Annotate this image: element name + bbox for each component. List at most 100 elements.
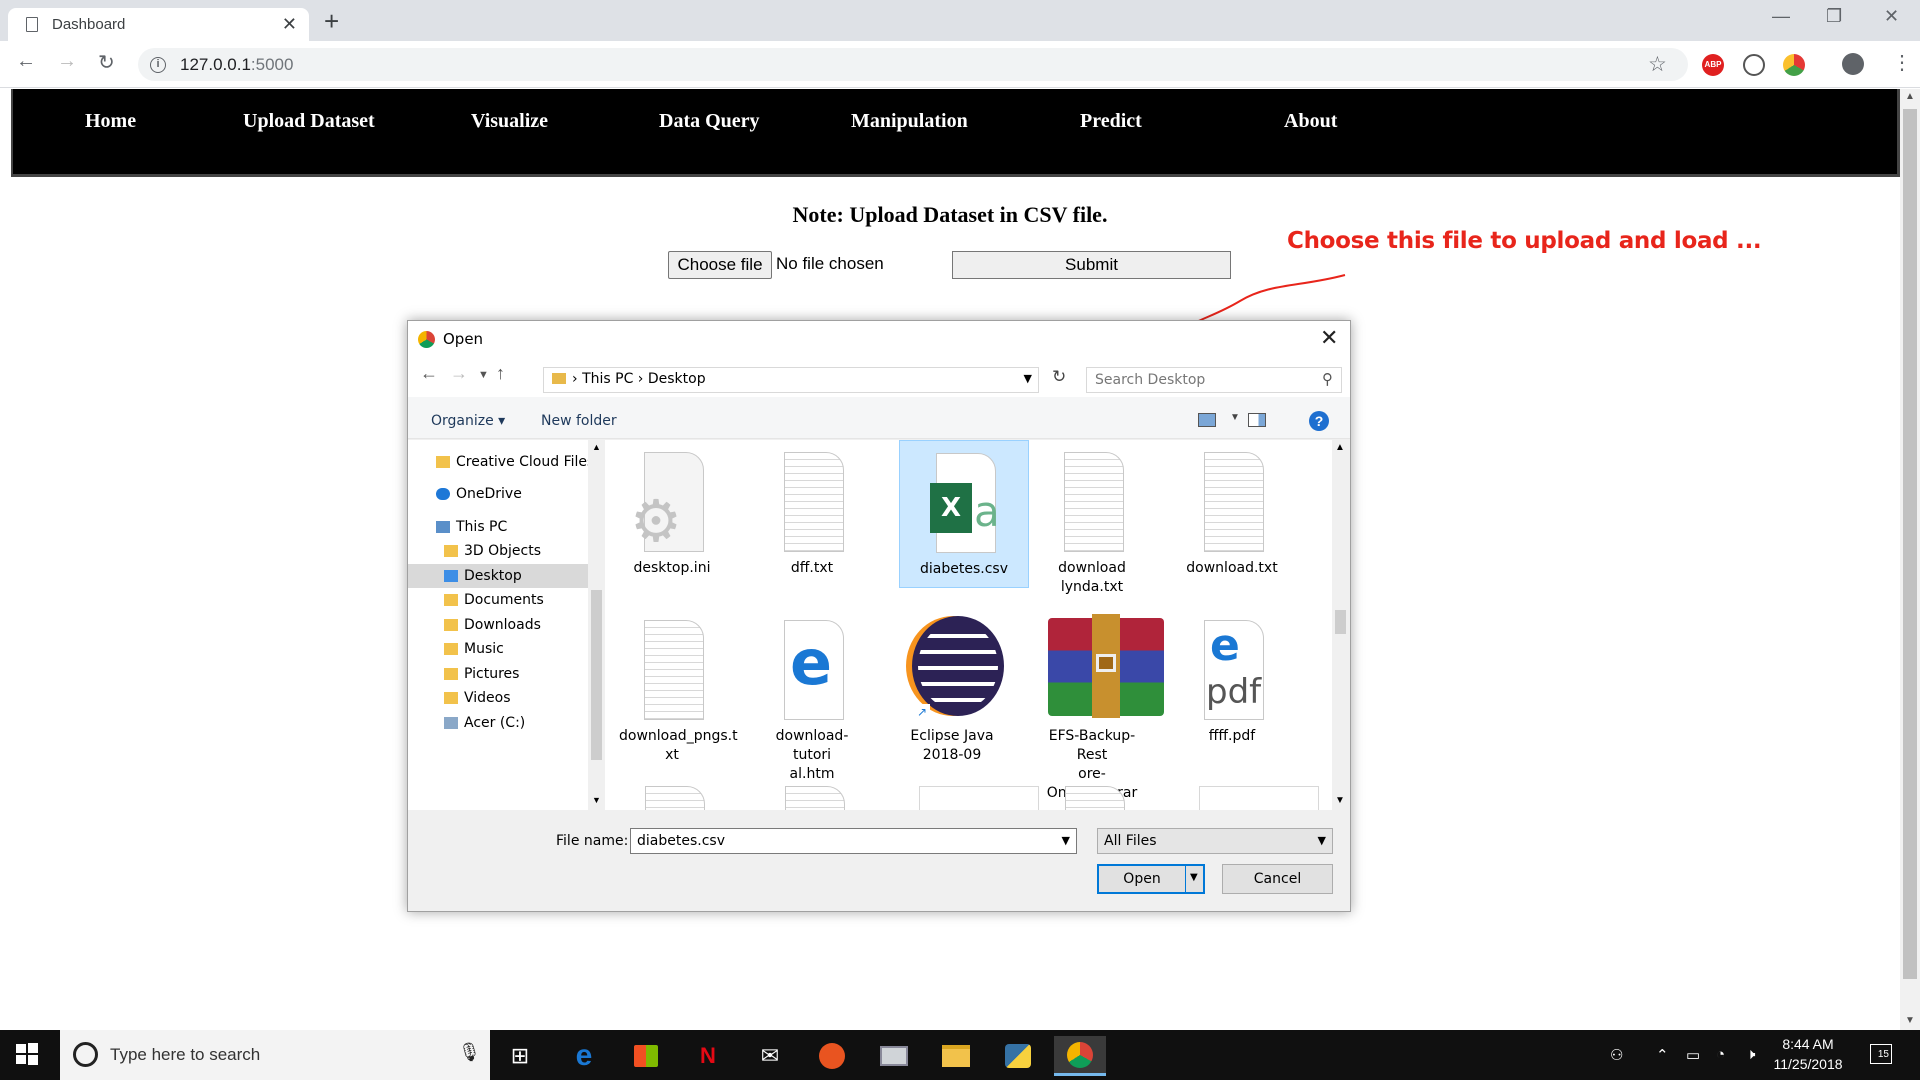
search-desktop-input[interactable]: Search Desktop ⚲ <box>1086 367 1342 393</box>
minimize-icon[interactable]: — <box>1772 6 1790 27</box>
back-icon[interactable]: ← <box>16 50 36 73</box>
window-close-icon[interactable]: ✕ <box>1884 6 1899 27</box>
open-button[interactable]: Open ▼ <box>1097 864 1205 894</box>
breadcrumb-this-pc[interactable]: This PC <box>582 371 633 387</box>
file-item[interactable]: ⚙ desktop.ini <box>619 446 725 578</box>
bookmark-star-icon[interactable]: ☆ <box>1648 52 1667 77</box>
sidebar-item-documents[interactable]: Documents <box>444 588 544 612</box>
chrome-taskbar-icon[interactable] <box>1054 1036 1106 1076</box>
file-item[interactable]: e download-tutori al.htm <box>759 614 865 784</box>
page-scrollbar[interactable]: ▲ ▼ <box>1900 89 1920 1030</box>
scroll-down-icon[interactable]: ▼ <box>1905 1015 1915 1026</box>
sidebar-item-music[interactable]: Music <box>444 637 504 661</box>
netflix-taskbar-icon[interactable]: N <box>682 1036 734 1076</box>
sidebar-item-creative-cloud[interactable]: Creative Cloud Files <box>436 450 588 474</box>
dialog-back-icon[interactable]: ← <box>420 363 438 384</box>
reload-icon[interactable]: ↻ <box>98 50 115 75</box>
people-icon[interactable]: ⚇ <box>1610 1046 1623 1064</box>
breadcrumb-desktop[interactable]: Desktop <box>648 371 706 387</box>
file-item-selected[interactable]: X a diabetes.csv <box>899 440 1029 588</box>
scroll-thumb[interactable] <box>1335 610 1346 634</box>
nav-about[interactable]: About <box>1284 110 1337 133</box>
scroll-up-icon[interactable]: ▲ <box>1335 442 1345 453</box>
scroll-down-icon[interactable]: ▼ <box>1335 795 1345 806</box>
microphone-icon[interactable]: 🎙 <box>458 1042 481 1063</box>
file-name-field[interactable]: diabetes.csv ▼ <box>630 828 1077 854</box>
file-item[interactable]: EFS-Backup-Rest ore-OnePlus3.rar <box>1039 614 1164 803</box>
info-icon[interactable]: i <box>150 56 166 73</box>
forward-icon[interactable]: → <box>57 50 77 73</box>
file-item-partial[interactable] <box>785 786 845 810</box>
refresh-icon[interactable]: ↻ <box>1052 367 1066 387</box>
cancel-button[interactable]: Cancel <box>1222 864 1333 894</box>
view-dropdown-icon[interactable]: ▼ <box>1230 412 1240 423</box>
scroll-down-icon[interactable]: ▼ <box>592 795 601 805</box>
task-view-icon[interactable]: ⊞ <box>494 1036 546 1076</box>
nav-data-query[interactable]: Data Query <box>659 110 760 133</box>
app-taskbar-icon[interactable] <box>868 1036 920 1076</box>
tab-close-icon[interactable]: ✕ <box>282 14 297 35</box>
sidebar-item-3d-objects[interactable]: 3D Objects <box>444 539 541 563</box>
file-item[interactable]: dff.txt <box>759 446 865 578</box>
navigation-pane-scrollbar[interactable]: ▲ ▼ <box>588 440 605 810</box>
preview-pane-icon[interactable] <box>1248 413 1266 427</box>
scroll-up-icon[interactable]: ▲ <box>1905 91 1915 102</box>
volume-muted-icon[interactable]: 🕨 <box>1746 1046 1755 1063</box>
edge-taskbar-icon[interactable]: e <box>558 1036 610 1076</box>
file-type-select[interactable]: All Files ▼ <box>1097 828 1333 854</box>
choose-file-button[interactable]: Choose file <box>668 251 772 279</box>
nav-predict[interactable]: Predict <box>1080 110 1142 133</box>
file-item-partial[interactable] <box>1065 786 1125 810</box>
cortana-icon[interactable] <box>73 1042 98 1067</box>
sidebar-item-acer-c[interactable]: Acer (C:) <box>444 711 525 735</box>
file-item[interactable]: e pdf ffff.pdf <box>1179 614 1285 746</box>
browser-tab[interactable]: Dashboard ✕ <box>8 8 309 41</box>
chevron-down-icon[interactable]: ▼ <box>1062 834 1070 847</box>
sidebar-item-onedrive[interactable]: OneDrive <box>436 482 522 506</box>
ubuntu-taskbar-icon[interactable] <box>806 1036 858 1076</box>
breadcrumb[interactable]: › This PC › Desktop ▼ <box>543 367 1039 393</box>
sync-extension-icon[interactable] <box>1743 54 1765 76</box>
restore-icon[interactable]: ❐ <box>1826 6 1842 27</box>
file-item[interactable]: ↗ Eclipse Java 2018-09 <box>899 614 1005 765</box>
file-item-partial[interactable] <box>1199 786 1319 810</box>
account-icon[interactable] <box>1842 53 1864 75</box>
sidebar-item-this-pc[interactable]: This PC <box>436 515 507 539</box>
open-dropdown-icon[interactable]: ▼ <box>1190 872 1198 883</box>
nav-upload-dataset[interactable]: Upload Dataset <box>243 110 375 133</box>
up-folder-icon[interactable]: ↑ <box>496 363 505 384</box>
address-bar[interactable]: i 127.0.0.1:5000 <box>138 48 1688 81</box>
dialog-close-icon[interactable]: ✕ <box>1320 325 1338 351</box>
new-folder-button[interactable]: New folder <box>541 413 617 429</box>
sidebar-item-videos[interactable]: Videos <box>444 686 511 710</box>
file-item-partial[interactable] <box>919 786 1039 810</box>
nav-manipulation[interactable]: Manipulation <box>851 110 968 133</box>
dialog-forward-icon[interactable]: → <box>450 363 468 384</box>
python-taskbar-icon[interactable] <box>992 1036 1044 1076</box>
file-item[interactable]: download.txt <box>1179 446 1285 578</box>
scroll-thumb[interactable] <box>1903 109 1917 979</box>
nav-visualize[interactable]: Visualize <box>471 110 548 133</box>
change-view-icon[interactable] <box>1198 413 1216 427</box>
show-hidden-icons[interactable]: ⌃ <box>1656 1046 1669 1064</box>
mail-taskbar-icon[interactable]: ✉ <box>744 1036 796 1076</box>
recent-locations-icon[interactable]: ▼ <box>478 369 489 381</box>
organize-menu[interactable]: Organize ▾ <box>431 413 505 429</box>
adblock-icon[interactable]: ABP <box>1702 54 1724 76</box>
system-clock[interactable]: 8:44 AM 11/25/2018 <box>1760 1034 1856 1074</box>
taskbar-search-box[interactable]: Type here to search 🎙 <box>60 1030 490 1080</box>
extension-icon[interactable] <box>1783 54 1805 76</box>
scroll-up-icon[interactable]: ▲ <box>592 442 601 452</box>
store-taskbar-icon[interactable] <box>620 1036 672 1076</box>
file-explorer-taskbar-icon[interactable] <box>930 1036 982 1076</box>
nav-home[interactable]: Home <box>85 110 136 133</box>
new-tab-button[interactable]: + <box>324 6 339 37</box>
sidebar-item-downloads[interactable]: Downloads <box>444 613 541 637</box>
battery-icon[interactable]: ▭ <box>1686 1046 1700 1064</box>
browser-menu-icon[interactable]: ⋮ <box>1892 50 1912 75</box>
action-center-icon[interactable]: 15 <box>1870 1044 1892 1064</box>
file-item-partial[interactable] <box>645 786 705 810</box>
file-item[interactable]: download_pngs.t xt <box>619 614 738 765</box>
windows-start-icon[interactable] <box>14 1041 40 1067</box>
file-item[interactable]: download lynda.txt <box>1039 446 1145 597</box>
